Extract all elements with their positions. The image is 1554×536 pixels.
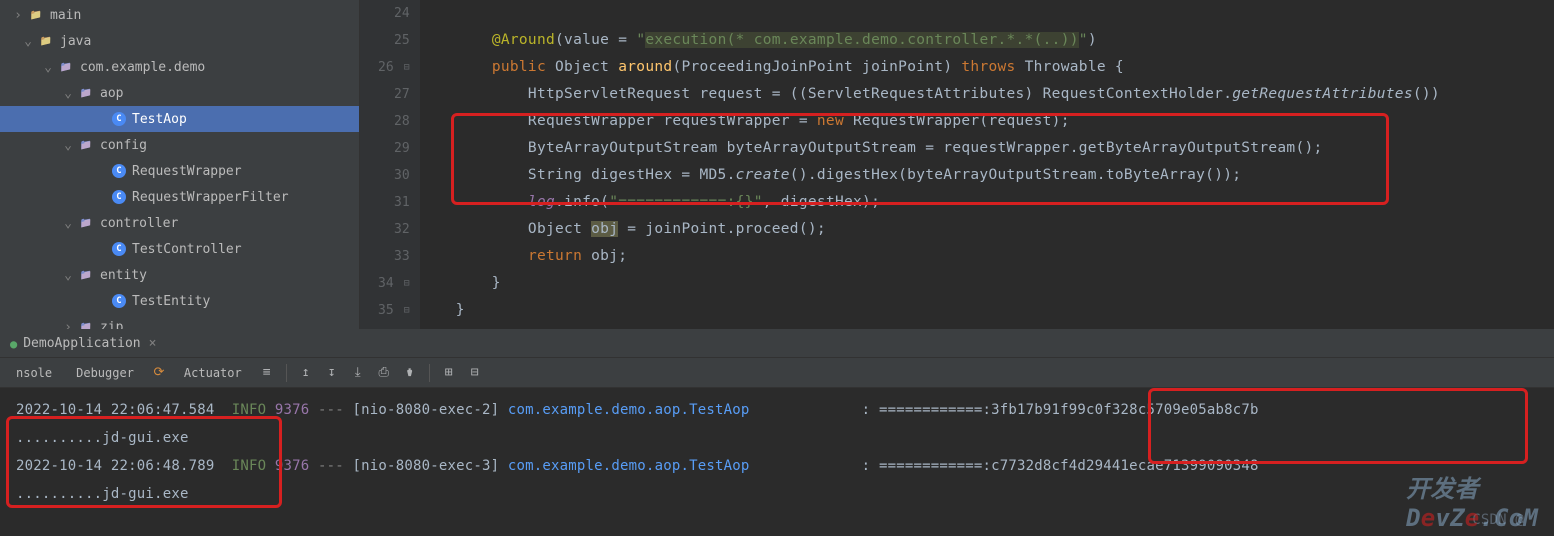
folder-icon bbox=[28, 7, 44, 23]
watermark-devze: 开发者DevZe.CoM bbox=[1406, 469, 1538, 532]
separator bbox=[429, 364, 430, 382]
tree-arrow-icon[interactable] bbox=[12, 9, 24, 21]
fold-icon[interactable]: ⊟ bbox=[402, 54, 410, 81]
tree-item-label: com.example.demo bbox=[80, 60, 205, 75]
collapse-icon[interactable]: ≡ bbox=[256, 362, 278, 384]
close-icon[interactable]: × bbox=[149, 336, 157, 351]
softwrap-icon[interactable]: ⊞ bbox=[438, 362, 460, 384]
tab-console[interactable]: nsole bbox=[6, 362, 62, 384]
class-icon bbox=[112, 112, 126, 126]
tree-item-label: TestEntity bbox=[132, 294, 210, 309]
tree-item-label: main bbox=[50, 8, 81, 23]
tree-item-com-example-demo[interactable]: com.example.demo bbox=[0, 54, 359, 80]
project-tree[interactable]: main java com.example.demo aop TestAop config… bbox=[0, 0, 360, 329]
class-icon bbox=[112, 164, 126, 178]
tree-item-label: controller bbox=[100, 216, 178, 231]
tree-item-label: aop bbox=[100, 86, 123, 101]
package-icon bbox=[78, 267, 94, 283]
tree-item-java[interactable]: java bbox=[0, 28, 359, 54]
tree-item-testcontroller[interactable]: TestController bbox=[0, 236, 359, 262]
tree-arrow-icon[interactable] bbox=[62, 269, 74, 281]
line-num: 27 bbox=[394, 81, 410, 108]
fold-icon[interactable]: ⊟ bbox=[402, 297, 410, 324]
tree-arrow-icon[interactable] bbox=[22, 35, 34, 47]
tree-item-controller[interactable]: controller bbox=[0, 210, 359, 236]
tree-item-testentity[interactable]: TestEntity bbox=[0, 288, 359, 314]
line-num: 28 bbox=[394, 108, 410, 135]
package-icon bbox=[78, 137, 94, 153]
tree-arrow-icon[interactable] bbox=[62, 139, 74, 151]
bottom-panel: ● DemoApplication × nsole Debugger ⟳ Act… bbox=[0, 329, 1554, 536]
tree-item-label: zip bbox=[100, 320, 123, 330]
scroll-down-icon[interactable]: ↧ bbox=[321, 362, 343, 384]
bottom-toolbar: nsole Debugger ⟳ Actuator ≡ ↥ ↧ ⤓ ⎙ ⚱ ⊞ … bbox=[0, 358, 1554, 388]
main-split: main java com.example.demo aop TestAop config… bbox=[0, 0, 1554, 329]
actuator-icon[interactable]: ⟳ bbox=[148, 362, 170, 384]
gutter: 24 25 26⊟ 27 28 29 30 31 32 33 34⊟ 35⊟ @ bbox=[360, 0, 421, 329]
class-icon bbox=[112, 190, 126, 204]
line-num: 33 bbox=[394, 243, 410, 270]
line-num: 29 bbox=[394, 135, 410, 162]
tree-item-label: config bbox=[100, 138, 147, 153]
tree-item-label: RequestWrapperFilter bbox=[132, 190, 289, 205]
tree-item-label: TestController bbox=[132, 242, 242, 257]
settings-icon[interactable]: ⊟ bbox=[464, 362, 486, 384]
package-icon bbox=[58, 59, 74, 75]
line-num: 34 bbox=[378, 270, 394, 297]
filter-icon[interactable]: ⚱ bbox=[399, 362, 421, 384]
package-icon bbox=[78, 85, 94, 101]
tree-arrow-icon[interactable] bbox=[62, 217, 74, 229]
line-num: 25 bbox=[394, 27, 410, 54]
tree-arrow-icon[interactable] bbox=[42, 61, 54, 73]
tree-arrow-icon[interactable] bbox=[62, 321, 74, 329]
separator bbox=[286, 364, 287, 382]
console-output[interactable]: 2022-10-14 22:06:47.584 INFO 9376 --- [n… bbox=[0, 388, 1554, 536]
print-icon[interactable]: ⎙ bbox=[373, 362, 395, 384]
line-num: 26 bbox=[378, 54, 394, 81]
tree-item-config[interactable]: config bbox=[0, 132, 359, 158]
tree-item-zip[interactable]: zip bbox=[0, 314, 359, 329]
run-icon: ● bbox=[10, 337, 17, 351]
line-num: 32 bbox=[394, 216, 410, 243]
tree-item-label: entity bbox=[100, 268, 147, 283]
tab-debugger[interactable]: Debugger bbox=[66, 362, 144, 384]
tree-item-aop[interactable]: aop bbox=[0, 80, 359, 106]
class-icon bbox=[112, 242, 126, 256]
run-tab-bar: ● DemoApplication × bbox=[0, 330, 1554, 358]
class-icon bbox=[112, 294, 126, 308]
editor: 24 25 26⊟ 27 28 29 30 31 32 33 34⊟ 35⊟ @ bbox=[360, 0, 1554, 329]
tree-item-label: java bbox=[60, 34, 91, 49]
line-num: 30 bbox=[394, 162, 410, 189]
tree-item-requestwrapperfilter[interactable]: RequestWrapperFilter bbox=[0, 184, 359, 210]
tree-item-label: TestAop bbox=[132, 112, 187, 127]
tree-item-main[interactable]: main bbox=[0, 2, 359, 28]
run-tab-title[interactable]: DemoApplication bbox=[23, 336, 140, 351]
tree-item-entity[interactable]: entity bbox=[0, 262, 359, 288]
scroll-up-icon[interactable]: ↥ bbox=[295, 362, 317, 384]
line-num: 35 bbox=[378, 297, 394, 324]
export-icon[interactable]: ⤓ bbox=[347, 362, 369, 384]
fold-icon[interactable]: ⊟ bbox=[402, 270, 410, 297]
line-num: 24 bbox=[394, 0, 410, 27]
tree-item-requestwrapper[interactable]: RequestWrapper bbox=[0, 158, 359, 184]
package-icon bbox=[78, 319, 94, 329]
tab-actuator[interactable]: Actuator bbox=[174, 362, 252, 384]
folder-icon bbox=[38, 33, 54, 49]
tree-arrow-icon[interactable] bbox=[62, 87, 74, 99]
line-num: 31 bbox=[394, 189, 410, 216]
tree-item-testaop[interactable]: TestAop bbox=[0, 106, 359, 132]
package-icon bbox=[78, 215, 94, 231]
code-line bbox=[456, 0, 1554, 27]
tree-item-label: RequestWrapper bbox=[132, 164, 242, 179]
code-area[interactable]: @Around(value = "execution(* com.example… bbox=[421, 0, 1554, 329]
